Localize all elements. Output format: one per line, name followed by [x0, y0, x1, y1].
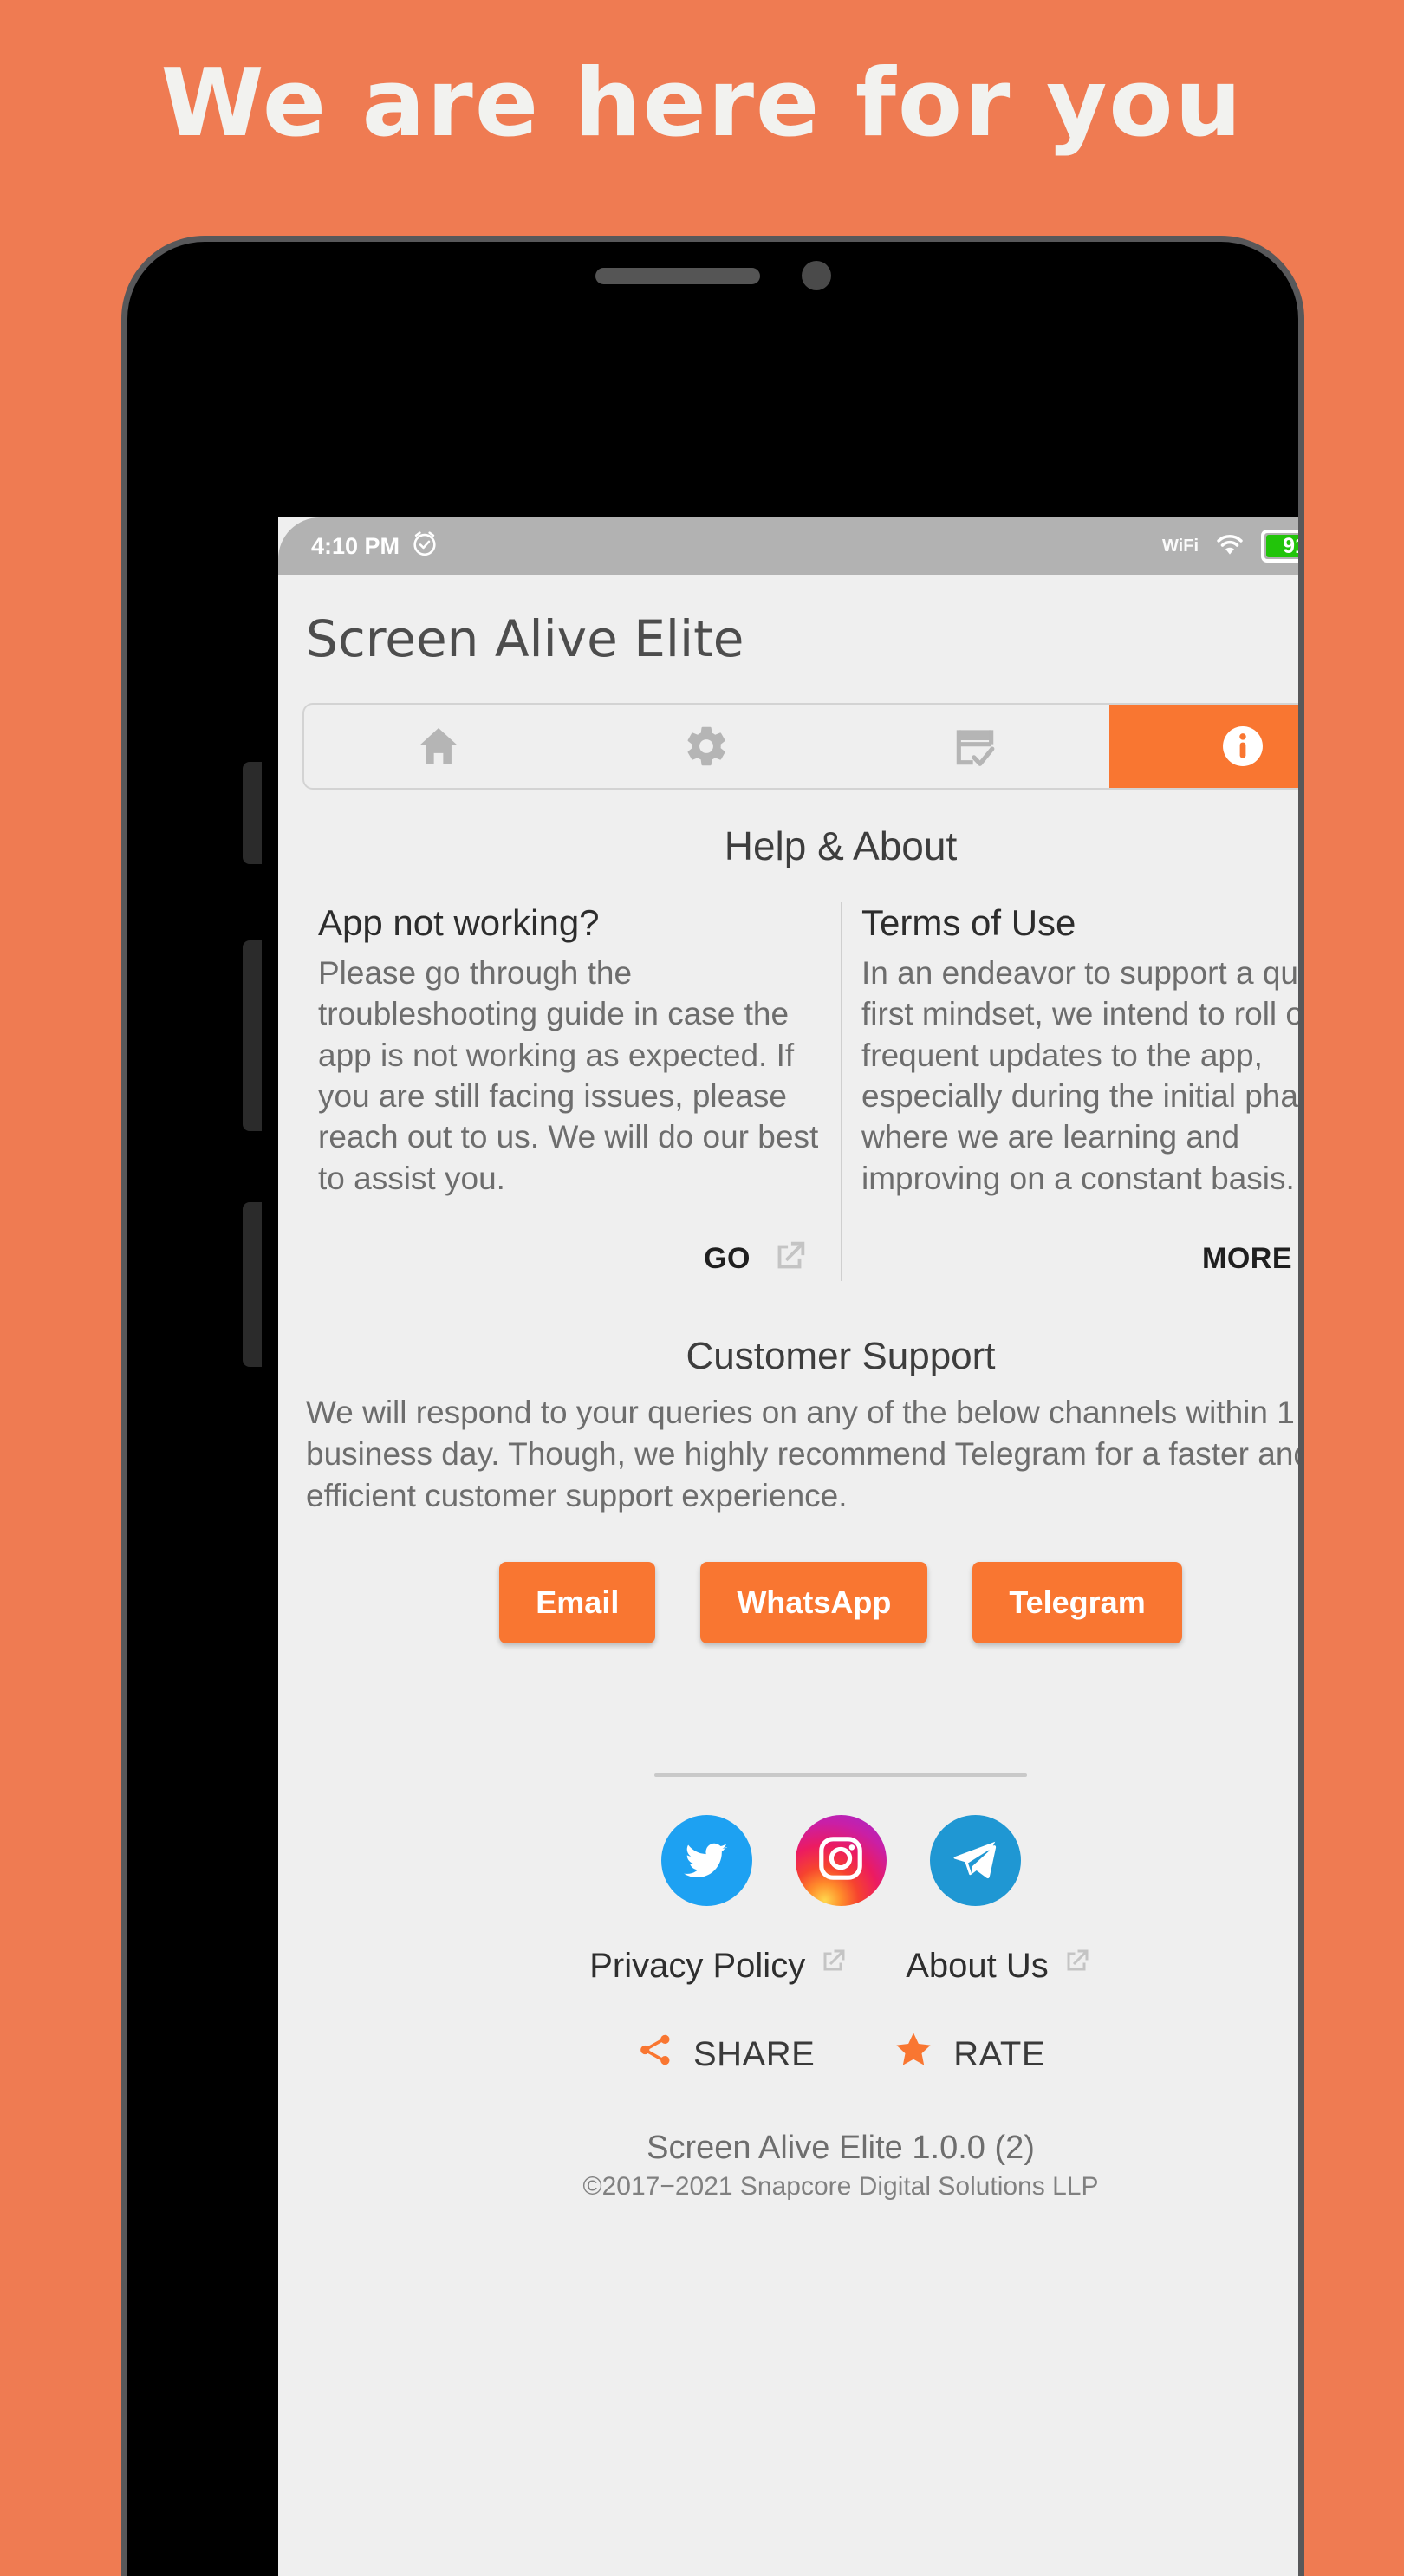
info-columns: App not working? Please go through the t…: [278, 902, 1303, 1282]
footer-links: Privacy Policy About Us: [278, 1946, 1298, 1986]
battery-level: 91: [1283, 533, 1298, 558]
wifi-icon: [1211, 529, 1249, 564]
go-button-label: GO: [704, 1242, 751, 1276]
copyright-text: ©2017−2021 Snapcore Digital Solutions LL…: [582, 2172, 1099, 2202]
home-icon: [414, 722, 463, 771]
battery-indicator: 91: [1261, 530, 1298, 563]
rate-label: RATE: [953, 2034, 1046, 2073]
column-body: Please go through the troubleshooting gu…: [318, 955, 819, 1196]
phone-frame: 4:10 PM WiFi 91 Screen: [121, 236, 1304, 2576]
telegram-button[interactable]: Telegram: [972, 1562, 1182, 1644]
app-content: Screen Alive Elite Help & About App not …: [278, 575, 1304, 2202]
contact-buttons: Email WhatsApp Telegram: [306, 1562, 1298, 1644]
share-icon: [636, 2031, 674, 2078]
privacy-policy-link[interactable]: Privacy Policy: [589, 1946, 848, 1986]
app-title: Screen Alive Elite: [306, 609, 744, 668]
email-button[interactable]: Email: [499, 1562, 656, 1644]
footer-divider: [654, 1773, 1027, 1778]
support-heading: Customer Support: [686, 1335, 996, 1378]
telegram-icon: [949, 1832, 1001, 1889]
tab-presets[interactable]: [841, 705, 1109, 788]
about-us-label: About Us: [906, 1946, 1049, 1985]
alarm-clock-icon: [410, 529, 439, 564]
app-version: Screen Alive Elite 1.0.0 (2): [647, 2130, 1035, 2167]
info-circle-icon: [1218, 721, 1268, 771]
column-terms: Terms of Use In an endeavor to support a…: [841, 902, 1303, 1282]
phone-notch: [509, 242, 917, 309]
open-in-new-icon: [817, 1946, 848, 1986]
status-bar-left: 4:10 PM: [278, 529, 439, 564]
status-bar-right: WiFi 91: [1161, 527, 1298, 566]
column-heading: App not working?: [318, 902, 600, 943]
tab-home[interactable]: [304, 705, 573, 788]
status-time: 4:10 PM: [311, 532, 400, 559]
column-body: In an endeavor to support a quality firs…: [861, 955, 1303, 1196]
tab-info[interactable]: [1108, 705, 1298, 788]
assistant-button[interactable]: [243, 1202, 262, 1367]
about-us-link[interactable]: About Us: [906, 1946, 1092, 1986]
phone-screen: 4:10 PM WiFi 91 Screen: [278, 517, 1304, 2576]
footer-actions: SHARE RATE: [278, 2029, 1298, 2079]
volume-up-button[interactable]: [243, 762, 262, 864]
more-button[interactable]: MORE: [861, 1237, 1298, 1281]
twitter-icon: [679, 1831, 733, 1890]
volume-down-button[interactable]: [243, 940, 262, 1131]
telegram-link[interactable]: [929, 1815, 1021, 1907]
more-button-label: MORE: [1202, 1242, 1292, 1276]
tab-bar: [302, 703, 1298, 790]
speaker-grille-icon: [595, 267, 760, 284]
status-bar: 4:10 PM WiFi 91: [278, 517, 1298, 575]
whatsapp-button[interactable]: WhatsApp: [700, 1562, 928, 1644]
instagram-link[interactable]: [795, 1815, 887, 1907]
column-heading: Terms of Use: [861, 902, 1076, 943]
go-button[interactable]: GO: [318, 1237, 822, 1281]
share-label: SHARE: [692, 2034, 816, 2073]
card-check-icon: [951, 722, 999, 771]
rate-button[interactable]: RATE: [893, 2029, 1045, 2079]
share-button[interactable]: SHARE: [636, 2031, 815, 2078]
customer-support-section: Customer Support We will respond to your…: [278, 1335, 1304, 1644]
wifi-label: WiFi: [1161, 536, 1199, 556]
social-links: [278, 1815, 1298, 1907]
tab-settings[interactable]: [573, 705, 842, 788]
gear-icon: [682, 722, 731, 771]
front-camera-icon: [801, 261, 831, 290]
star-icon: [893, 2029, 934, 2079]
open-in-new-icon: [770, 1237, 809, 1281]
twitter-link[interactable]: [660, 1815, 752, 1907]
poster-headline: We are here for you: [160, 49, 1244, 158]
privacy-policy-label: Privacy Policy: [589, 1946, 806, 1985]
instagram-icon: [814, 1831, 868, 1890]
open-in-new-icon: [1061, 1946, 1092, 1986]
column-troubleshooting: App not working? Please go through the t…: [299, 902, 841, 1281]
support-body: We will respond to your queries on any o…: [306, 1395, 1304, 1514]
page-title: Help & About: [724, 823, 958, 868]
